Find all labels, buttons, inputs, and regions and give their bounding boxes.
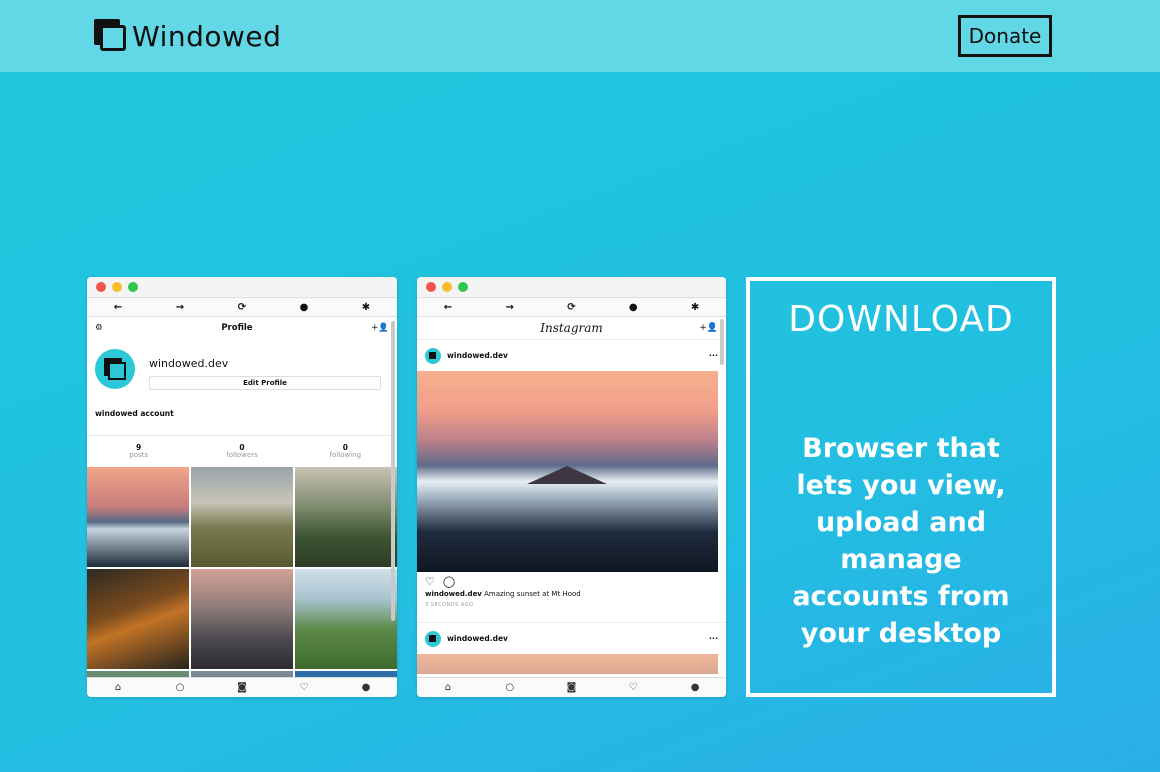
stat-posts[interactable]: 9 posts [87, 443, 190, 460]
grid-photo[interactable] [87, 467, 189, 567]
camera-icon[interactable]: ◙ [232, 682, 252, 693]
search-icon[interactable]: ○ [170, 682, 190, 693]
maximize-icon[interactable] [458, 282, 468, 292]
heart-icon[interactable]: ♡ [623, 682, 643, 693]
grid-photo[interactable] [295, 467, 397, 567]
heart-icon[interactable]: ♡ [294, 682, 314, 693]
mountain-shape [527, 466, 607, 484]
top-bar: Windowed Donate [0, 0, 1160, 72]
profile-info: windowed.dev Edit Profile [87, 339, 397, 409]
back-icon[interactable]: ← [438, 302, 458, 313]
photo-grid [87, 467, 397, 697]
home-icon[interactable]: ⌂ [108, 682, 128, 693]
profile-window: ← → ⟳ ● ✱ ⚙ Profile +👤 windowed.dev Edit… [87, 277, 397, 697]
bottom-nav: ⌂ ○ ◙ ♡ ● [87, 677, 397, 697]
search-icon[interactable]: ○ [500, 682, 520, 693]
feed-header: Instagram +👤 [417, 317, 726, 339]
grid-photo[interactable] [191, 569, 293, 669]
more-icon[interactable]: ··· [709, 351, 718, 360]
download-panel[interactable]: DOWNLOAD Browser that lets you view, upl… [746, 277, 1056, 697]
maximize-icon[interactable] [128, 282, 138, 292]
profile-icon[interactable]: ● [685, 682, 705, 693]
heart-icon[interactable]: ♡ [425, 575, 435, 588]
scrollbar[interactable] [391, 321, 395, 621]
browser-nav: ← → ⟳ ● ✱ [87, 297, 397, 317]
stat-followers[interactable]: 0 followers [190, 443, 293, 460]
minimize-icon[interactable] [112, 282, 122, 292]
profile-bio: windowed account [95, 409, 174, 418]
browser-nav: ← → ⟳ ● ✱ [417, 297, 726, 317]
add-user-icon[interactable]: +👤 [699, 323, 718, 333]
download-title[interactable]: DOWNLOAD [750, 299, 1052, 340]
add-user-icon[interactable]: +👤 [371, 323, 389, 333]
brand[interactable]: Windowed [94, 18, 281, 54]
edit-profile-button[interactable]: Edit Profile [149, 376, 381, 390]
stat-following[interactable]: 0 following [294, 443, 397, 460]
minimize-icon[interactable] [442, 282, 452, 292]
close-icon[interactable] [96, 282, 106, 292]
post-username[interactable]: windowed.dev [447, 351, 709, 360]
download-description: Browser that lets you view, upload and m… [792, 433, 1010, 649]
avatar[interactable] [425, 630, 441, 647]
avatar[interactable] [425, 347, 441, 364]
comment-icon[interactable]: ◯ [443, 575, 455, 588]
page-title: Profile [221, 323, 253, 333]
forward-icon[interactable]: → [170, 302, 190, 313]
title-bar [417, 277, 726, 297]
donate-button[interactable]: Donate [958, 15, 1052, 57]
avatar[interactable] [95, 349, 135, 389]
profile-stats: 9 posts 0 followers 0 following [87, 435, 397, 467]
camera-icon[interactable]: ◙ [561, 682, 581, 693]
gear-icon[interactable]: ⚙ [95, 323, 103, 333]
post-timestamp: 3 SECONDS AGO [425, 602, 474, 608]
caption-username[interactable]: windowed.dev [425, 590, 482, 598]
forward-icon[interactable]: → [500, 302, 520, 313]
post-photo[interactable] [417, 654, 718, 674]
close-icon[interactable] [426, 282, 436, 292]
profile-header: ⚙ Profile +👤 [87, 317, 397, 339]
scrollbar[interactable] [720, 319, 724, 365]
instagram-logo: Instagram [540, 321, 603, 335]
post-actions: ♡ ◯ [417, 572, 726, 590]
feed-window: ← → ⟳ ● ✱ Instagram +👤 windowed.dev ··· … [417, 277, 726, 697]
title-bar [87, 277, 397, 297]
profile-username: windowed.dev [149, 357, 229, 370]
grid-photo[interactable] [191, 467, 293, 567]
post-photo[interactable] [417, 371, 718, 572]
back-icon[interactable]: ← [108, 302, 128, 313]
more-icon[interactable]: ··· [709, 634, 718, 643]
post-header: windowed.dev ··· [417, 622, 726, 654]
settings-icon[interactable]: ✱ [685, 302, 705, 313]
post-caption: windowed.dev Amazing sunset at Mt Hood [417, 590, 726, 598]
post-username[interactable]: windowed.dev [447, 634, 709, 643]
home-icon[interactable]: ⌂ [438, 682, 458, 693]
grid-photo[interactable] [87, 569, 189, 669]
post-header: windowed.dev ··· [417, 339, 726, 371]
brand-name: Windowed [132, 19, 282, 53]
settings-icon[interactable]: ✱ [356, 302, 376, 313]
grid-photo[interactable] [295, 569, 397, 669]
account-icon[interactable]: ● [623, 302, 643, 313]
refresh-icon[interactable]: ⟳ [561, 302, 581, 313]
refresh-icon[interactable]: ⟳ [232, 302, 252, 313]
caption-text: Amazing sunset at Mt Hood [484, 590, 581, 598]
windowed-logo-icon [94, 19, 128, 53]
account-icon[interactable]: ● [294, 302, 314, 313]
bottom-nav: ⌂ ○ ◙ ♡ ● [417, 677, 726, 697]
profile-icon[interactable]: ● [356, 682, 376, 693]
